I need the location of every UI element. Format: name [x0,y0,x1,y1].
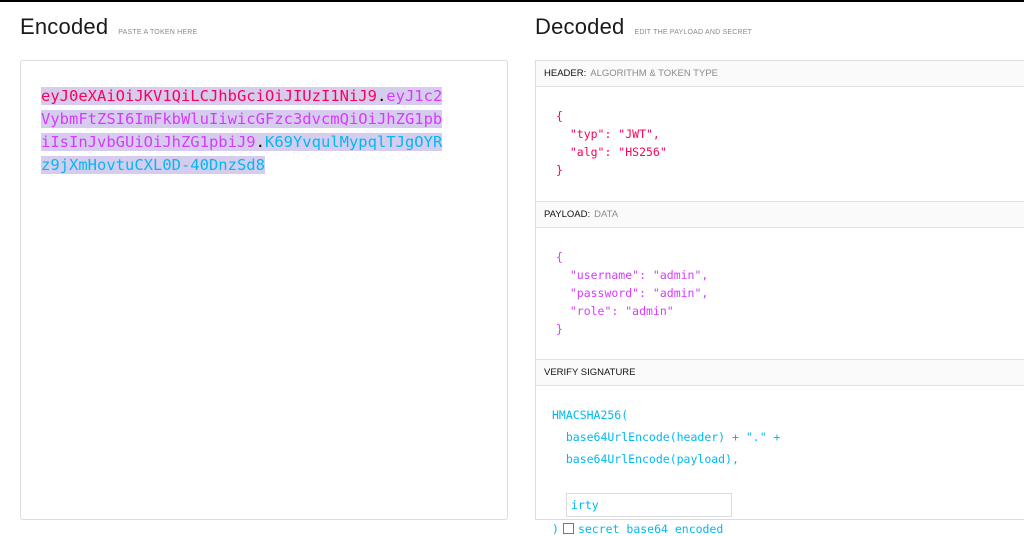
json-line: "typ": "JWT", [556,127,660,141]
secret-input[interactable] [566,493,732,517]
json-line: "role": "admin" [556,304,674,318]
signature-section-label: VERIFY SIGNATURE [544,367,636,378]
top-border [0,0,1024,2]
token-text[interactable]: eyJ0eXAiOiJKV1QiLCJhbGciOiJIUzI1NiJ9.eyJ… [41,85,445,177]
payload-json-editor[interactable]: { "username": "admin", "password": "admi… [536,248,1024,338]
header-section-sublabel: ALGORITHM & TOKEN TYPE [590,68,718,79]
decoded-panel: HEADER: ALGORITHM & TOKEN TYPE { "typ": "… [535,60,1024,536]
signature-section-title: VERIFY SIGNATURE [536,360,1024,386]
json-line: "alg": "HS256" [556,145,667,159]
sig-line-payload: base64UrlEncode(payload), [552,452,739,466]
encoded-heading: Encoded PASTE A TOKEN HERE [20,14,197,40]
decoded-title: Decoded [535,14,625,39]
payload-section-title: PAYLOAD: DATA [536,202,1024,228]
json-line: } [556,163,563,177]
token-header-part: eyJ0eXAiOiJKV1QiLCJhbGciOiJIUzI1NiJ9 [41,87,377,105]
encoded-subtitle: PASTE A TOKEN HERE [118,29,198,36]
payload-section-label: PAYLOAD: [544,209,591,220]
sig-line-header: base64UrlEncode(header) + "." + [552,430,781,444]
base64-checkbox[interactable] [562,523,574,534]
decoded-subtitle: EDIT THE PAYLOAD AND SECRET [634,29,753,36]
payload-section-sublabel: DATA [594,209,619,220]
encoded-token-textarea[interactable]: eyJ0eXAiOiJKV1QiLCJhbGciOiJIUzI1NiJ9.eyJ… [20,60,508,520]
checkbox-label: secret base64 encoded [577,522,724,536]
token-dot-2: . [255,133,265,151]
json-line: } [556,322,563,336]
header-json-editor[interactable]: { "typ": "JWT", "alg": "HS256" } [536,107,1024,179]
close-paren: ) [552,522,559,536]
sig-close-row: ) secret base64 encoded [552,522,723,536]
json-line: { [556,109,563,123]
json-line: "username": "admin", [556,268,709,282]
header-section-title: HEADER: ALGORITHM & TOKEN TYPE [536,61,1024,87]
json-line: { [556,250,563,264]
encoded-title: Encoded [20,14,109,39]
signature-editor: HMACSHA256( base64UrlEncode(header) + ".… [536,386,1024,536]
token-dot-1: . [376,87,387,105]
header-section-label: HEADER: [544,68,587,79]
decoded-heading: Decoded EDIT THE PAYLOAD AND SECRET [535,14,752,40]
json-line: "password": "admin", [556,286,709,300]
hmac-func: HMACSHA256( [552,408,629,422]
